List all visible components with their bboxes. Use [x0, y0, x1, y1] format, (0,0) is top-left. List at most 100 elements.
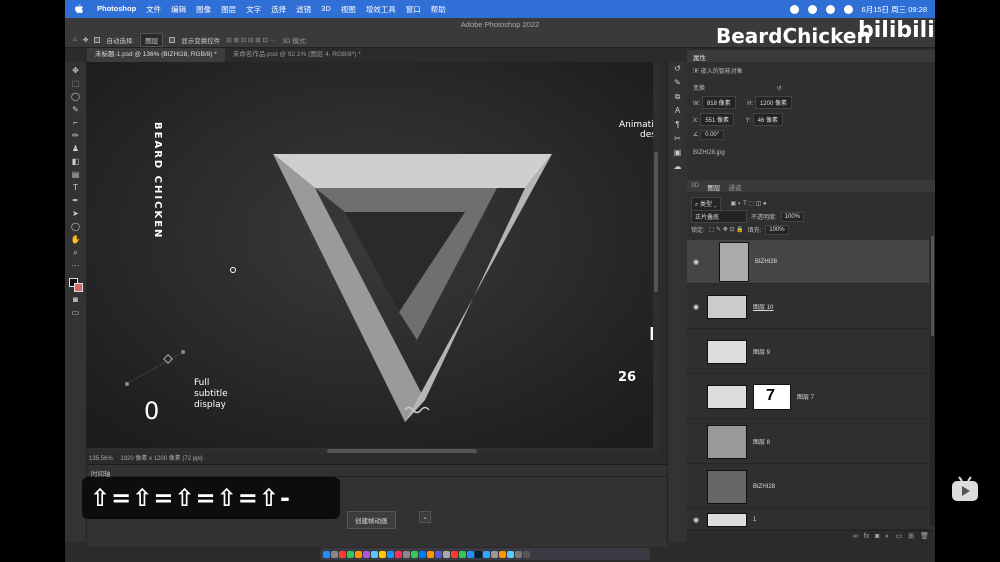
character-icon[interactable]: A — [673, 106, 683, 116]
bilibili-tv-icon[interactable] — [950, 475, 980, 503]
menu-edit[interactable]: 编辑 — [171, 4, 186, 15]
y-input[interactable]: 46 像素 — [752, 113, 783, 126]
screen-mode-icon[interactable]: ▭ — [70, 308, 82, 318]
brush-tool-icon[interactable]: ✏ — [70, 131, 82, 141]
menu-window[interactable]: 窗口 — [406, 4, 421, 15]
eye-icon[interactable]: ◉ — [687, 303, 705, 311]
dock-app-icon[interactable] — [419, 550, 426, 558]
dock-app-icon[interactable] — [491, 550, 498, 558]
layer-row[interactable]: ◉ BIZHI28 — [687, 240, 929, 284]
layer-row[interactable]: ◉ 1 — [687, 510, 929, 530]
dock-app-icon[interactable] — [475, 550, 482, 558]
filter-icons[interactable]: ▣ ◐ T ⬚ ◫ ● — [731, 200, 767, 207]
brush-settings-icon[interactable]: ✎ — [673, 78, 683, 88]
adjust-icon[interactable]: ⧉ — [673, 92, 683, 102]
eraser-tool-icon[interactable]: ◧ — [70, 157, 82, 167]
document-canvas[interactable]: BEARD CHICKEN Animation desi R 26 0 Full… — [87, 62, 659, 454]
dock-app-icon[interactable] — [499, 550, 506, 558]
menu-select[interactable]: 选择 — [271, 4, 286, 15]
layer-name[interactable]: 1 — [753, 517, 756, 523]
auto-select-checkbox[interactable] — [94, 36, 101, 43]
dock-app-icon[interactable] — [515, 550, 522, 558]
dock-app-icon[interactable] — [403, 550, 410, 558]
dock-app-icon[interactable] — [387, 550, 394, 558]
type-tool-icon[interactable]: T — [70, 183, 82, 193]
menu-3d[interactable]: 3D — [321, 4, 331, 15]
zoom-tool-icon[interactable]: ⌕ — [70, 248, 82, 258]
eye-icon[interactable]: ◉ — [687, 516, 705, 524]
libraries-icon[interactable]: ▣ — [673, 148, 683, 158]
angle-input[interactable]: 0.00° — [700, 130, 725, 140]
lasso-tool-icon[interactable]: ◯ — [70, 92, 82, 102]
new-layer-icon[interactable]: ⊞ — [908, 531, 914, 542]
layer-name[interactable]: 图层 10 — [753, 302, 773, 311]
move-tool-icon[interactable]: ✥ — [70, 66, 82, 76]
dock-app-icon[interactable] — [371, 550, 378, 558]
scissors-icon[interactable]: ✂ — [673, 134, 683, 144]
dock-app-icon[interactable] — [507, 550, 514, 558]
stamp-tool-icon[interactable]: ♟ — [70, 144, 82, 154]
folder-icon[interactable]: ▭ — [896, 531, 903, 542]
menu-photoshop[interactable]: Photoshop — [97, 4, 136, 15]
dock-app-icon[interactable] — [467, 550, 474, 558]
gradient-tool-icon[interactable]: ▤ — [70, 170, 82, 180]
tab-channels[interactable]: 通道 — [728, 182, 741, 192]
layer-row[interactable]: 图层 8 — [687, 420, 929, 464]
align-icons[interactable]: ⊟ ⊞ ⊡ ⊟ ⊞ ⊡ ··· — [226, 36, 276, 44]
layer-row[interactable]: ◉ 图层 10 — [687, 285, 929, 329]
quick-mask-icon[interactable]: ◙ — [70, 295, 82, 305]
clock[interactable]: 6月15日 周三 09:28 — [862, 4, 927, 15]
path-select-icon[interactable]: ➤ — [70, 209, 82, 219]
menu-plugins[interactable]: 增效工具 — [366, 4, 396, 15]
menu-image[interactable]: 图像 — [196, 4, 211, 15]
tab-layers[interactable]: 图层 — [707, 182, 720, 192]
opacity-input[interactable]: 100% — [780, 211, 805, 222]
dock-app-icon[interactable] — [443, 550, 450, 558]
width-input[interactable]: 818 像素 — [701, 96, 736, 109]
apple-icon[interactable] — [75, 4, 83, 14]
dock-app-icon[interactable] — [451, 550, 458, 558]
dock-app-icon[interactable] — [339, 550, 346, 558]
eye-icon[interactable]: ◉ — [687, 258, 705, 266]
layer-select-dropdown[interactable]: 图层 — [140, 32, 164, 47]
cloud-icon[interactable]: ☁ — [673, 162, 683, 172]
lock-icons[interactable]: ⬚ ✎ ✥ ⊡ 🔒 — [709, 226, 744, 233]
fx-icon[interactable]: fx — [864, 531, 869, 542]
dock-app-icon[interactable] — [347, 550, 354, 558]
eyedropper-icon[interactable]: ⌐ — [70, 118, 82, 128]
filter-type-dropdown[interactable]: ⌕ 类型 ⌄ — [691, 196, 721, 211]
move-tool-icon[interactable]: ✥ — [83, 36, 88, 44]
dock-app-icon[interactable] — [363, 550, 370, 558]
home-icon[interactable]: ⌂ — [73, 36, 77, 43]
blend-mode-dropdown[interactable]: 正片叠底 — [691, 210, 747, 223]
menu-layer[interactable]: 图层 — [221, 4, 236, 15]
tab-document-2[interactable]: 未命名作品.psd @ 92.1% (图层 4, RGB/8*) * — [225, 48, 369, 62]
layer-name[interactable]: 图层 8 — [753, 437, 770, 446]
layer-row[interactable]: BIZHI28 — [687, 465, 929, 509]
dock-app-icon[interactable] — [435, 550, 442, 558]
layer-name[interactable]: 图层 9 — [753, 347, 770, 356]
quick-select-icon[interactable]: ✎ — [70, 105, 82, 115]
menu-view[interactable]: 视图 — [341, 4, 356, 15]
control-center-icon[interactable] — [807, 4, 817, 14]
menu-file[interactable]: 文件 — [146, 4, 161, 15]
zoom-level[interactable]: 135.56% — [89, 456, 113, 462]
dock-app-icon[interactable] — [483, 550, 490, 558]
height-input[interactable]: 1200 像素 — [754, 96, 792, 109]
wifi-icon[interactable] — [825, 4, 835, 14]
link-icon[interactable]: ∞ — [853, 531, 858, 542]
dock-app-icon[interactable] — [331, 550, 338, 558]
dock-app-icon[interactable] — [379, 550, 386, 558]
menu-type[interactable]: 文字 — [246, 4, 261, 15]
mask-icon[interactable]: ◙ — [875, 531, 879, 542]
record-icon[interactable] — [789, 4, 799, 14]
trash-icon[interactable]: 🗑 — [920, 531, 929, 542]
layer-name[interactable]: BIZHI28 — [753, 484, 775, 490]
dock-app-icon[interactable] — [395, 550, 402, 558]
chevron-down-icon[interactable]: ⌄ — [419, 511, 431, 523]
tab-3d[interactable]: 3D — [691, 182, 699, 190]
layer-name[interactable]: BIZHI28 — [755, 259, 777, 265]
show-transform-checkbox[interactable] — [169, 36, 176, 43]
dock-app-icon[interactable] — [323, 550, 330, 558]
background-color[interactable] — [73, 283, 83, 292]
